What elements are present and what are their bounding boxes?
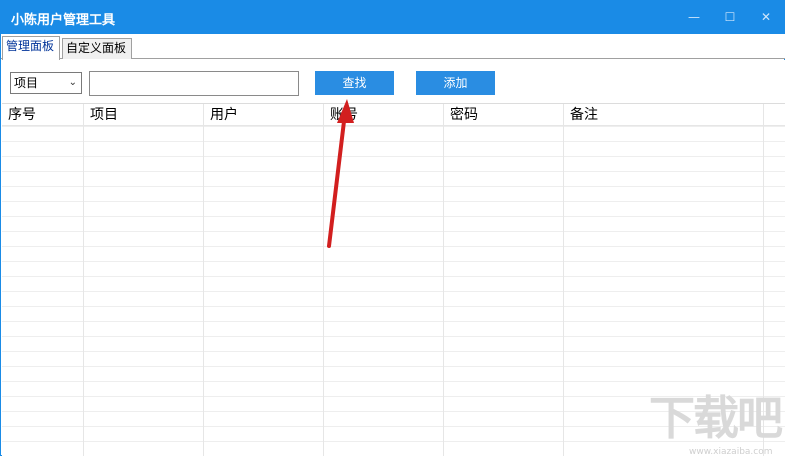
column-header-account[interactable]: 账号 [324,104,444,126]
find-button[interactable]: 查找 [315,71,394,95]
chevron-down-icon: ⌄ [68,77,77,88]
close-button[interactable]: ✕ [755,7,777,27]
field-select-value: 项目 [14,76,39,90]
app-window: 小陈用户管理工具 — ☐ ✕ 管理面板 自定义面板 项目 ⌄ 查找 添加 序号 … [0,0,785,456]
watermark-url: www.xiazaiba.com [689,447,773,456]
column-divider [83,126,84,456]
column-header-index[interactable]: 序号 [2,104,84,126]
watermark-logo: 下载吧 [649,391,783,445]
field-select[interactable]: 项目 ⌄ [10,72,82,94]
column-divider [443,126,444,456]
column-header-item[interactable]: 项目 [84,104,204,126]
column-divider [203,126,204,456]
title-bar[interactable]: 小陈用户管理工具 — ☐ ✕ [1,1,785,34]
search-input[interactable] [89,71,299,96]
table-header: 序号 项目 用户 账号 密码 备注 [2,104,785,126]
add-button[interactable]: 添加 [416,71,495,95]
minimize-button[interactable]: — [683,7,705,27]
tab-manage-panel[interactable]: 管理面板 [2,36,60,60]
column-header-note[interactable]: 备注 [564,104,764,126]
search-toolbar: 项目 ⌄ 查找 添加 [2,60,785,104]
column-divider [563,126,564,456]
column-header-password[interactable]: 密码 [444,104,564,126]
column-header-filler [764,104,785,126]
tab-custom-panel[interactable]: 自定义面板 [62,38,132,59]
maximize-button[interactable]: ☐ [719,7,741,27]
column-header-user[interactable]: 用户 [204,104,324,126]
window-title: 小陈用户管理工具 [11,13,116,28]
tab-strip: 管理面板 自定义面板 [1,34,785,60]
column-divider [323,126,324,456]
